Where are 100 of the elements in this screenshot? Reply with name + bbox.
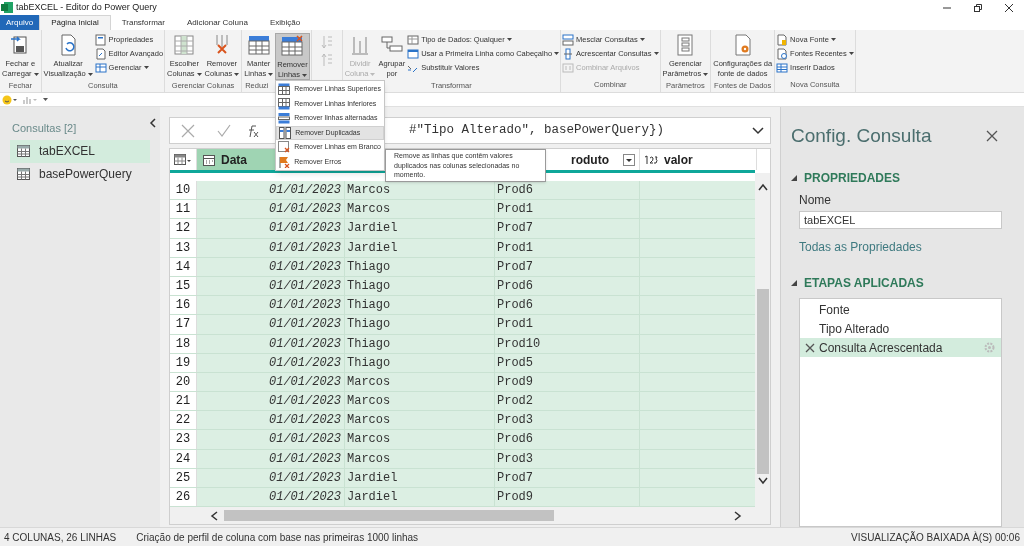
scroll-right-icon[interactable] (734, 510, 742, 521)
window-title: tabEXCEL - Editor do Power Query (16, 0, 157, 14)
caret-icon (143, 66, 149, 70)
row-number: 12 (170, 219, 197, 238)
menu-item-icon (278, 112, 291, 125)
ribbon-icon (172, 33, 197, 57)
table-cell: 01/01/2023 (197, 219, 345, 238)
caret-icon (268, 72, 274, 76)
table-menu-icon (174, 153, 192, 166)
smiley-icon[interactable] (2, 94, 18, 105)
applied-step[interactable]: Tipo Alterado (800, 319, 1001, 339)
close-icon[interactable] (1004, 2, 1014, 13)
table-cell: 01/01/2023 (197, 334, 345, 353)
ribbon-tab[interactable]: Exibição (258, 15, 312, 30)
table-cell: 01/01/2023 (197, 315, 345, 334)
table-cell: 01/01/2023 (197, 449, 345, 468)
table-cell: Prod7 (495, 257, 640, 276)
table-cell: Prod9 (495, 372, 640, 392)
caret-icon (87, 72, 93, 76)
table-cell: 01/01/2023 (197, 200, 345, 219)
ribbon-tab[interactable]: Adicionar Coluna (176, 15, 259, 30)
table-cell: Thiago (345, 257, 495, 276)
ribbon-icon (94, 47, 107, 60)
table-cell: Prod10 (495, 334, 640, 353)
row-number: 16 (170, 296, 197, 315)
table-cell: Jardiel (345, 488, 495, 507)
ribbon-tab[interactable]: Página Inicial (39, 15, 111, 30)
query-item[interactable]: tabEXCEL (10, 139, 150, 163)
caret-icon (234, 72, 240, 76)
formula-text[interactable]: #"Tipo Alterado", basePowerQuery}) (409, 121, 752, 140)
table-cell: Prod2 (495, 392, 640, 411)
calendar-icon (203, 153, 215, 166)
table-cell: 01/01/2023 (197, 353, 345, 372)
row-number: 23 (170, 430, 197, 449)
name-field[interactable]: tabEXCEL (799, 210, 1002, 230)
caret-icon (302, 73, 307, 77)
column-filter-icon[interactable] (623, 153, 635, 166)
row-number: 26 (170, 488, 197, 507)
applied-step[interactable]: Consulta Acrescentada (800, 338, 1001, 358)
row-number: 22 (170, 411, 197, 430)
ribbon-icon (246, 33, 271, 57)
table-cell: Thiago (345, 296, 495, 315)
excel-logo-icon (1, 2, 13, 13)
table-cell: 01/01/2023 (197, 276, 345, 296)
scrollbar-thumb[interactable] (224, 510, 554, 521)
restore-icon[interactable] (973, 2, 983, 13)
ribbon-tab[interactable]: Transformar (110, 15, 176, 30)
expand-chevron-icon[interactable] (752, 126, 764, 135)
caret-icon (848, 52, 854, 56)
table-cell: Marcos (345, 200, 495, 219)
table-cell: Prod7 (495, 219, 640, 238)
scroll-left-icon[interactable] (210, 510, 218, 521)
commit-check-icon[interactable] (217, 123, 231, 138)
row-number: 11 (170, 200, 197, 219)
field-label: Nome (799, 191, 832, 209)
table-cell: Marcos (345, 430, 495, 449)
table-cell: Thiago (345, 353, 495, 372)
ribbon-icon (562, 47, 575, 60)
caret-icon (639, 38, 645, 42)
table-cell: Thiago (345, 334, 495, 353)
delete-step-icon[interactable] (805, 342, 815, 353)
caret-icon (554, 52, 560, 56)
table-cell: 01/01/2023 (197, 372, 345, 392)
expanded-triangle-icon[interactable] (791, 174, 797, 181)
caret-icon (506, 38, 512, 42)
table-cell: Marcos (345, 392, 495, 411)
table-cell: Jardiel (345, 238, 495, 257)
table-cell: Marcos (345, 181, 495, 200)
ribbon-icon (776, 33, 789, 46)
table-cell: 01/01/2023 (197, 392, 345, 411)
close-icon[interactable] (986, 130, 998, 143)
table-cell: 01/01/2023 (197, 181, 345, 200)
caret-icon (653, 52, 659, 56)
row-number: 10 (170, 181, 197, 200)
expanded-triangle-icon[interactable] (791, 280, 797, 287)
query-item[interactable]: basePowerQuery (10, 162, 150, 186)
table-cell: Prod3 (495, 449, 640, 468)
ribbon-icon (94, 33, 107, 46)
scroll-down-icon[interactable] (757, 477, 768, 485)
scrollbar-thumb[interactable] (756, 289, 769, 474)
status-text: VISUALIZAÇÃO BAIXADA À(S) 00:06 (851, 530, 1020, 545)
applied-step[interactable]: Fonte (800, 300, 1001, 320)
table-cell: Prod6 (495, 296, 640, 315)
panel-title: Config. Consulta (791, 124, 932, 148)
status-text: Criação de perfil de coluna com base nas primeiras 1000 linhas (136, 530, 419, 545)
ribbon-icon (94, 61, 107, 74)
customize-icon[interactable] (42, 96, 49, 103)
ribbon-tab[interactable]: Arquivo (0, 15, 40, 30)
number-type-icon (644, 153, 658, 166)
table-cell: Prod1 (495, 200, 640, 219)
caret-icon (370, 72, 376, 76)
caret-icon (830, 38, 836, 42)
row-number: 21 (170, 392, 197, 411)
properties-link[interactable]: Todas as Propriedades (799, 238, 1002, 257)
status-text: 4 COLUNAS, 26 LINHAS (4, 530, 117, 545)
section-heading: ETAPAS APLICADAS (804, 275, 924, 293)
table-cell: 01/01/2023 (197, 257, 345, 276)
collapse-chevron-icon[interactable] (149, 118, 157, 128)
table-cell: 01/01/2023 (197, 430, 345, 449)
scroll-up-icon[interactable] (757, 183, 768, 191)
